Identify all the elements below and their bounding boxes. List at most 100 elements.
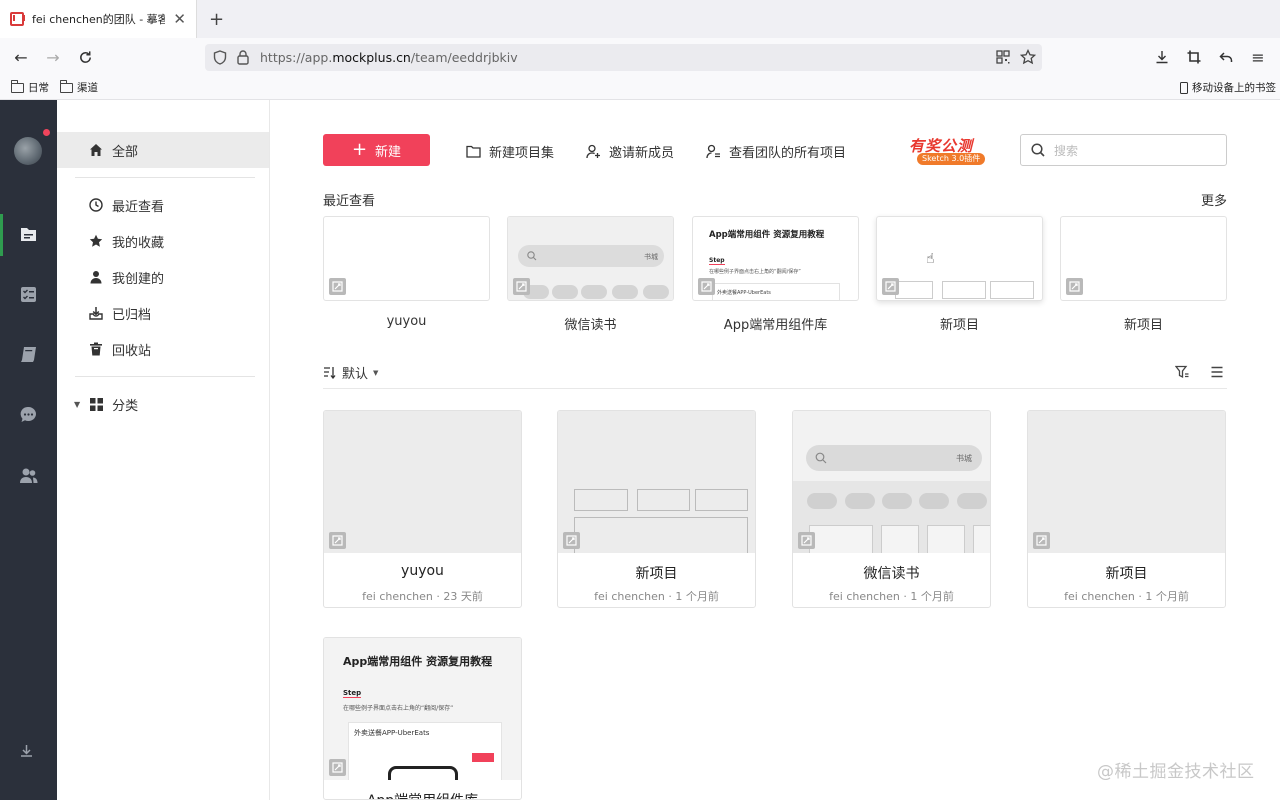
recent-card-new-project-2[interactable] [1060, 216, 1227, 301]
project-thumbnail [558, 411, 755, 553]
library-book-icon[interactable] [19, 345, 38, 364]
shield-icon[interactable] [213, 50, 227, 69]
folder-icon [466, 145, 481, 158]
qr-code-icon[interactable] [996, 50, 1010, 68]
project-name: 新项目 [1105, 566, 1148, 582]
recent-card-yuyou[interactable] [323, 216, 490, 301]
sidebar-item-category[interactable]: ▼ 分类 [57, 386, 269, 422]
prototype-badge-icon [882, 278, 899, 295]
plus-icon: + [351, 139, 368, 160]
sidebar-item-favorites[interactable]: 我的收藏 [57, 223, 269, 259]
bookmark-label: 日常 [28, 82, 49, 94]
divider [75, 376, 255, 377]
recent-card-name[interactable]: 新项目 [1060, 314, 1227, 333]
sidebar-item-trash[interactable]: 回收站 [57, 331, 269, 367]
bookmark-folder-channel[interactable]: 渠道 [60, 79, 98, 95]
notification-dot [43, 129, 50, 136]
bookmarks-bar: 日常 渠道 移动设备上的书签 [0, 76, 1280, 100]
sidebar-item-label: 我创建的 [112, 271, 165, 287]
star-icon [89, 234, 103, 248]
recent-card-name[interactable]: 微信读书 [507, 314, 674, 333]
download-icon[interactable] [19, 743, 38, 762]
archive-icon [89, 306, 103, 320]
new-button[interactable]: + 新建 [323, 134, 430, 166]
forward-icon[interactable]: → [44, 48, 62, 67]
team-members-icon[interactable] [19, 466, 38, 485]
prototype-badge-icon [698, 278, 715, 295]
view-all-projects-button[interactable]: 查看团队的所有项目 [706, 142, 846, 161]
address-bar[interactable]: https://app.mockplus.cn/team/eeddrjbkiv [205, 44, 1042, 71]
sidebar-item-all[interactable]: 全部 [57, 132, 269, 168]
sort-icon [324, 367, 336, 379]
url-text[interactable]: https://app.mockplus.cn/team/eeddrjbkiv [260, 50, 518, 65]
recent-card-new-project-1[interactable]: ☝ [876, 216, 1043, 301]
browser-tab-bar: fei chenchen的团队 - 摹客 ✕ + [0, 0, 1280, 38]
divider [323, 388, 1227, 389]
avatar[interactable] [14, 137, 42, 165]
main-content: + 新建 新建项目集 邀请新成员 查看团队的所有项目 有奖公测 Sketch 3… [271, 100, 1280, 800]
recent-card-name[interactable]: App端常用组件库 [692, 314, 859, 333]
list-view-icon[interactable] [1210, 365, 1224, 379]
projects-icon[interactable] [19, 225, 38, 244]
project-card[interactable]: yuyou fei chenchen · 23 天前 [323, 410, 522, 608]
invite-member-button[interactable]: 邀请新成员 [586, 142, 674, 161]
mockplus-favicon-icon [10, 12, 24, 26]
sidebar-item-label: 全部 [112, 144, 139, 160]
sidebar-item-label: 已归档 [112, 307, 152, 323]
search-icon [527, 251, 537, 261]
new-tab-icon[interactable]: + [209, 9, 224, 30]
project-name: 微信读书 [863, 566, 920, 582]
sort-dropdown[interactable]: 默认 ▼ [323, 363, 378, 382]
crop-screenshot-icon[interactable] [1185, 48, 1203, 66]
menu-icon[interactable]: ≡ [1249, 48, 1267, 67]
prototype-badge-icon [1066, 278, 1083, 295]
project-name: yuyou [401, 563, 444, 579]
new-collection-button[interactable]: 新建项目集 [466, 142, 554, 161]
star-bookmark-icon[interactable] [1019, 48, 1037, 69]
chat-icon[interactable] [19, 405, 38, 424]
sort-label: 默认 [342, 367, 369, 382]
project-card[interactable]: 书城 微信读书 fei chenchen · 1 个月前 [792, 410, 991, 608]
prototype-badge-icon [329, 759, 346, 776]
download-icon[interactable] [1153, 48, 1171, 66]
close-tab-icon[interactable]: ✕ [173, 10, 186, 28]
recent-card-weread[interactable]: 书城 [507, 216, 674, 301]
tasks-icon[interactable] [19, 285, 38, 304]
mobile-bookmarks[interactable]: 移动设备上的书签 [1180, 80, 1276, 95]
prototype-badge-icon [513, 278, 530, 295]
sidebar-item-created[interactable]: 我创建的 [57, 259, 269, 295]
reload-icon[interactable] [76, 48, 94, 66]
project-card[interactable]: App端常用组件 资源复用教程 Step 在哪些例子界面点击右上角的“翻阅/保存… [323, 637, 522, 800]
add-user-icon [586, 144, 600, 159]
sidebar-item-recent[interactable]: 最近查看 [57, 187, 269, 223]
back-icon[interactable]: ← [12, 48, 30, 67]
bookmark-label: 渠道 [77, 82, 98, 94]
sidebar-item-label: 分类 [112, 398, 139, 414]
sidebar-item-label: 我的收藏 [112, 235, 165, 251]
search-input[interactable]: 搜索 [1020, 134, 1227, 166]
project-thumbnail [1028, 411, 1225, 553]
grid-icon [89, 397, 103, 411]
filter-icon[interactable] [1174, 365, 1189, 379]
caret-down-icon[interactable]: ▼ [74, 400, 80, 409]
project-card[interactable]: 新项目 fei chenchen · 1 个月前 [1027, 410, 1226, 608]
search-placeholder: 搜索 [1054, 143, 1079, 158]
browser-tab[interactable]: fei chenchen的团队 - 摹客 ✕ [0, 0, 197, 38]
thumb-text: 书城 [956, 454, 972, 463]
more-link[interactable]: 更多 [1201, 190, 1227, 209]
prototype-badge-icon [1033, 532, 1050, 549]
prototype-badge-icon [563, 532, 580, 549]
lock-icon[interactable] [237, 50, 249, 69]
project-card[interactable]: 新项目 fei chenchen · 1 个月前 [557, 410, 756, 608]
recent-card-name[interactable]: yuyou [323, 314, 490, 329]
sketch-plugin-promo-banner[interactable]: 有奖公测 Sketch 3.0插件 [905, 133, 1001, 167]
undo-icon[interactable] [1217, 48, 1235, 66]
sidebar-item-archived[interactable]: 已归档 [57, 295, 269, 331]
new-button-label: 新建 [375, 144, 402, 160]
recent-card-app-components[interactable]: App端常用组件 资源复用教程 Step 在哪些例子界面点击右上角的“翻阅/保存… [692, 216, 859, 301]
recent-card-name[interactable]: 新项目 [876, 314, 1043, 333]
sidebar-item-label: 最近查看 [112, 199, 165, 215]
bookmark-folder-daily[interactable]: 日常 [11, 79, 49, 95]
browser-nav-bar: ← → https://app.mockplus.cn/team/eeddrjb… [0, 38, 1280, 76]
watermark: @稀土掘金技术社区 [1097, 762, 1255, 782]
